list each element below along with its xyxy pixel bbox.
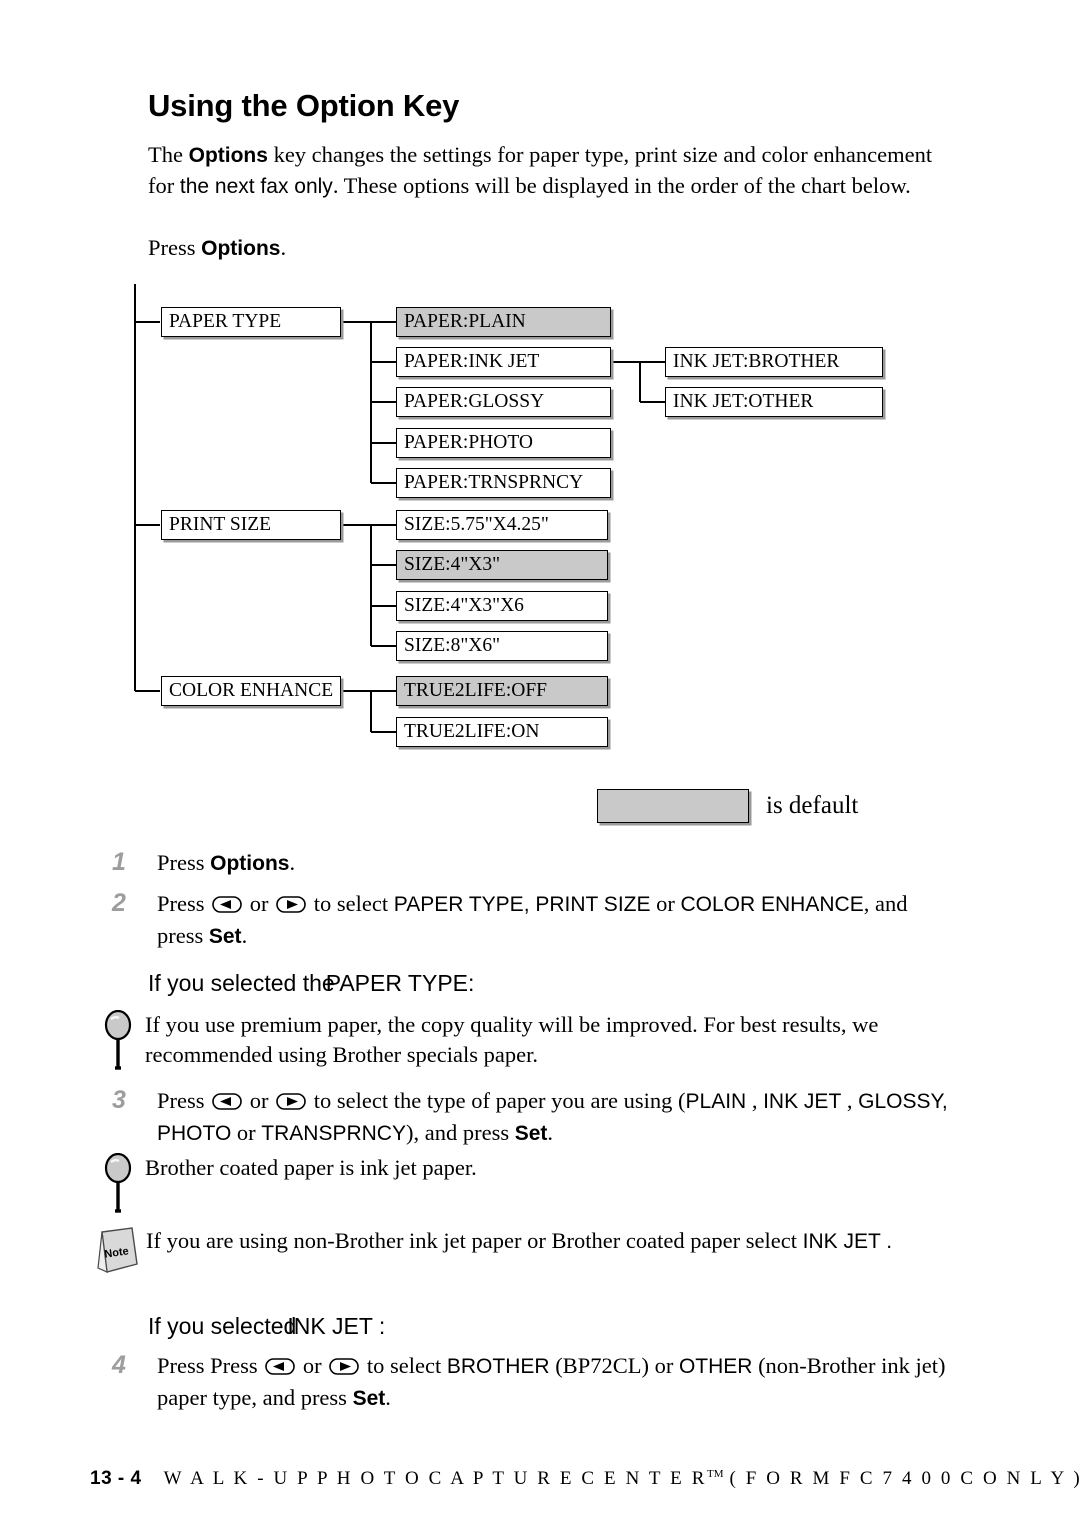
flowchart-option-paper-ink-jet: PAPER:INK JET — [396, 347, 611, 377]
step-4-option-other: OTHER — [678, 1355, 753, 1378]
step-1-number: 1 — [112, 848, 126, 876]
footer-title: W A L K - U P P H O T O C A P T U R E C … — [163, 1468, 707, 1489]
step-1-keyword-options: Options — [210, 852, 290, 875]
left-arrow-key-icon — [212, 890, 242, 913]
flowchart-category-print-size: PRINT SIZE — [161, 510, 341, 540]
step-3-t3: to select the type of paper you are usin… — [308, 1088, 686, 1113]
step-3-option-ink-jet: INK JET — [763, 1090, 842, 1113]
step-2-text: Press or to select PAPER TYPE, PRINT SIZ… — [157, 888, 957, 952]
step-4-option-brother: BROTHER — [446, 1355, 550, 1378]
step-4-t2: or — [297, 1353, 328, 1378]
tip-magnifier-icon — [100, 1152, 140, 1217]
right-arrow-key-icon — [276, 1087, 306, 1110]
right-arrow-key-icon — [276, 890, 306, 913]
step-3-number: 3 — [112, 1086, 126, 1114]
step-4-text: Press Press or to select BROTHER (BP72CL… — [157, 1350, 957, 1414]
flowchart-option-paper-plain: PAPER:PLAIN — [396, 307, 611, 337]
left-arrow-key-icon — [212, 1087, 242, 1110]
subhead-paper-type-pre: If you selected the — [148, 970, 335, 996]
footer-suffix: ( F O R M F C 7 4 0 0 C O N L Y ) — [729, 1468, 1080, 1489]
flowchart-category-color-enhance: COLOR ENHANCE — [161, 676, 341, 706]
subhead-ink-jet-term: INK JET : — [287, 1313, 386, 1339]
options-keyword-2: Options — [201, 237, 281, 260]
step-2-t1: Press — [157, 891, 211, 916]
options-flowchart — [0, 0, 1080, 1529]
note-term-ink-jet: INK JET — [802, 1230, 881, 1253]
step-2-t3: to select — [308, 891, 394, 916]
flowchart-option-true2life-off: TRUE2LIFE:OFF — [396, 676, 608, 706]
step-3-t1: Press — [157, 1088, 211, 1113]
press-period: . — [280, 235, 287, 260]
note-icon: Note — [96, 1226, 142, 1278]
step-2-keyword-set: Set — [208, 925, 242, 948]
step-2-post: . — [241, 923, 248, 948]
left-arrow-key-icon — [265, 1352, 296, 1375]
step-3-text: Press or to select the type of paper you… — [157, 1085, 957, 1149]
step-4-number: 4 — [112, 1351, 126, 1379]
legend-default-swatch — [597, 789, 749, 823]
step-4-t1: Press Press — [157, 1353, 264, 1378]
flowchart-option-paper-glossy: PAPER:GLOSSY — [396, 387, 611, 417]
tip-magnifier-icon — [100, 1009, 140, 1074]
press-label: Press — [148, 235, 202, 260]
flowchart-option-true2life-on: TRUE2LIFE:ON — [396, 717, 608, 747]
step-1-post: . — [289, 850, 296, 875]
step-2-option-b: COLOR ENHANCE — [680, 893, 864, 916]
legend-default-label: is default — [766, 792, 859, 819]
note-text-main: If you are using non-Brother ink jet pap… — [146, 1228, 803, 1253]
step-4-t4: (BP72CL) or — [549, 1353, 679, 1378]
flowchart-option-paper-trnsprncy: PAPER:TRNSPRNCY — [396, 468, 611, 498]
step-2-t2: or — [244, 891, 275, 916]
step-3-t4: , — [746, 1088, 764, 1113]
step-4-post: . — [385, 1385, 391, 1410]
footer-trademark-symbol: TM — [706, 1468, 724, 1480]
step-2-t4: or — [650, 891, 681, 916]
flowchart-option-size-8x6: SIZE:8"X6" — [396, 631, 608, 661]
note-text: If you are using non-Brother ink jet pap… — [146, 1226, 966, 1257]
step-2-option-a: PAPER TYPE, PRINT SIZE — [393, 893, 651, 916]
subhead-ink-jet-pre: If you selected — [148, 1313, 297, 1339]
step-2-number: 2 — [112, 889, 126, 917]
note-tail: . — [880, 1230, 893, 1253]
step-1-text: Press Options. — [157, 847, 957, 879]
step-3-option-transprncy: TRANSPRNCY — [261, 1122, 406, 1145]
page-footer: 13 - 4 W A L K - U P P H O T O C A P T U … — [90, 1468, 1080, 1498]
intro-paragraph: The Options key changes the settings for… — [148, 140, 948, 201]
flowchart-option-size-4x3x6: SIZE:4"X3"X6 — [396, 591, 608, 621]
right-arrow-key-icon — [329, 1352, 360, 1375]
document-page: Using the Option Key The Options key cha… — [0, 0, 1080, 1529]
flowchart-option-ink-jet-brother: INK JET:BROTHER — [665, 347, 883, 377]
press-options-line: Press Options. — [148, 233, 286, 263]
next-fax-only-phrase: the next fax only — [179, 174, 333, 198]
flowchart-option-ink-jet-other: INK JET:OTHER — [665, 387, 883, 417]
page-title: Using the Option Key — [148, 88, 460, 123]
intro-text-3: . These options will be displayed in the… — [332, 172, 911, 198]
flowchart-category-paper-type: PAPER TYPE — [161, 307, 341, 337]
flowchart-option-paper-photo: PAPER:PHOTO — [396, 428, 611, 458]
subhead-if-ink-jet: If you selectedINK JET : — [148, 1311, 385, 1341]
step-4-keyword-set: Set — [352, 1387, 386, 1410]
step-4-t3: to select — [361, 1353, 447, 1378]
subhead-if-paper-type: If you selected thePAPER TYPE: — [148, 968, 474, 998]
step-3-t2: or — [244, 1088, 275, 1113]
step-3-t5: , — [841, 1088, 859, 1113]
tip-1-text: If you use premium paper, the copy quali… — [145, 1012, 879, 1067]
tip-2-text: Brother coated paper is ink jet paper. — [145, 1155, 477, 1180]
subhead-paper-type-term: PAPER TYPE: — [325, 970, 475, 996]
options-keyword-1: Options — [188, 144, 268, 167]
step-3-t6: or — [231, 1120, 262, 1145]
step-3-post: . — [547, 1120, 554, 1145]
flowchart-option-size-4x3: SIZE:4"X3" — [396, 550, 608, 580]
footer-page-number: 13 - 4 — [90, 1468, 142, 1489]
step-3-keyword-set: Set — [514, 1122, 548, 1145]
step-3-option-plain: PLAIN — [685, 1090, 747, 1113]
step-1-pre: Press — [157, 850, 211, 875]
step-3-t7: ), and press — [405, 1120, 515, 1145]
flowchart-option-size-575x425: SIZE:5.75"X4.25" — [396, 510, 608, 540]
intro-text-1: The — [148, 142, 189, 167]
